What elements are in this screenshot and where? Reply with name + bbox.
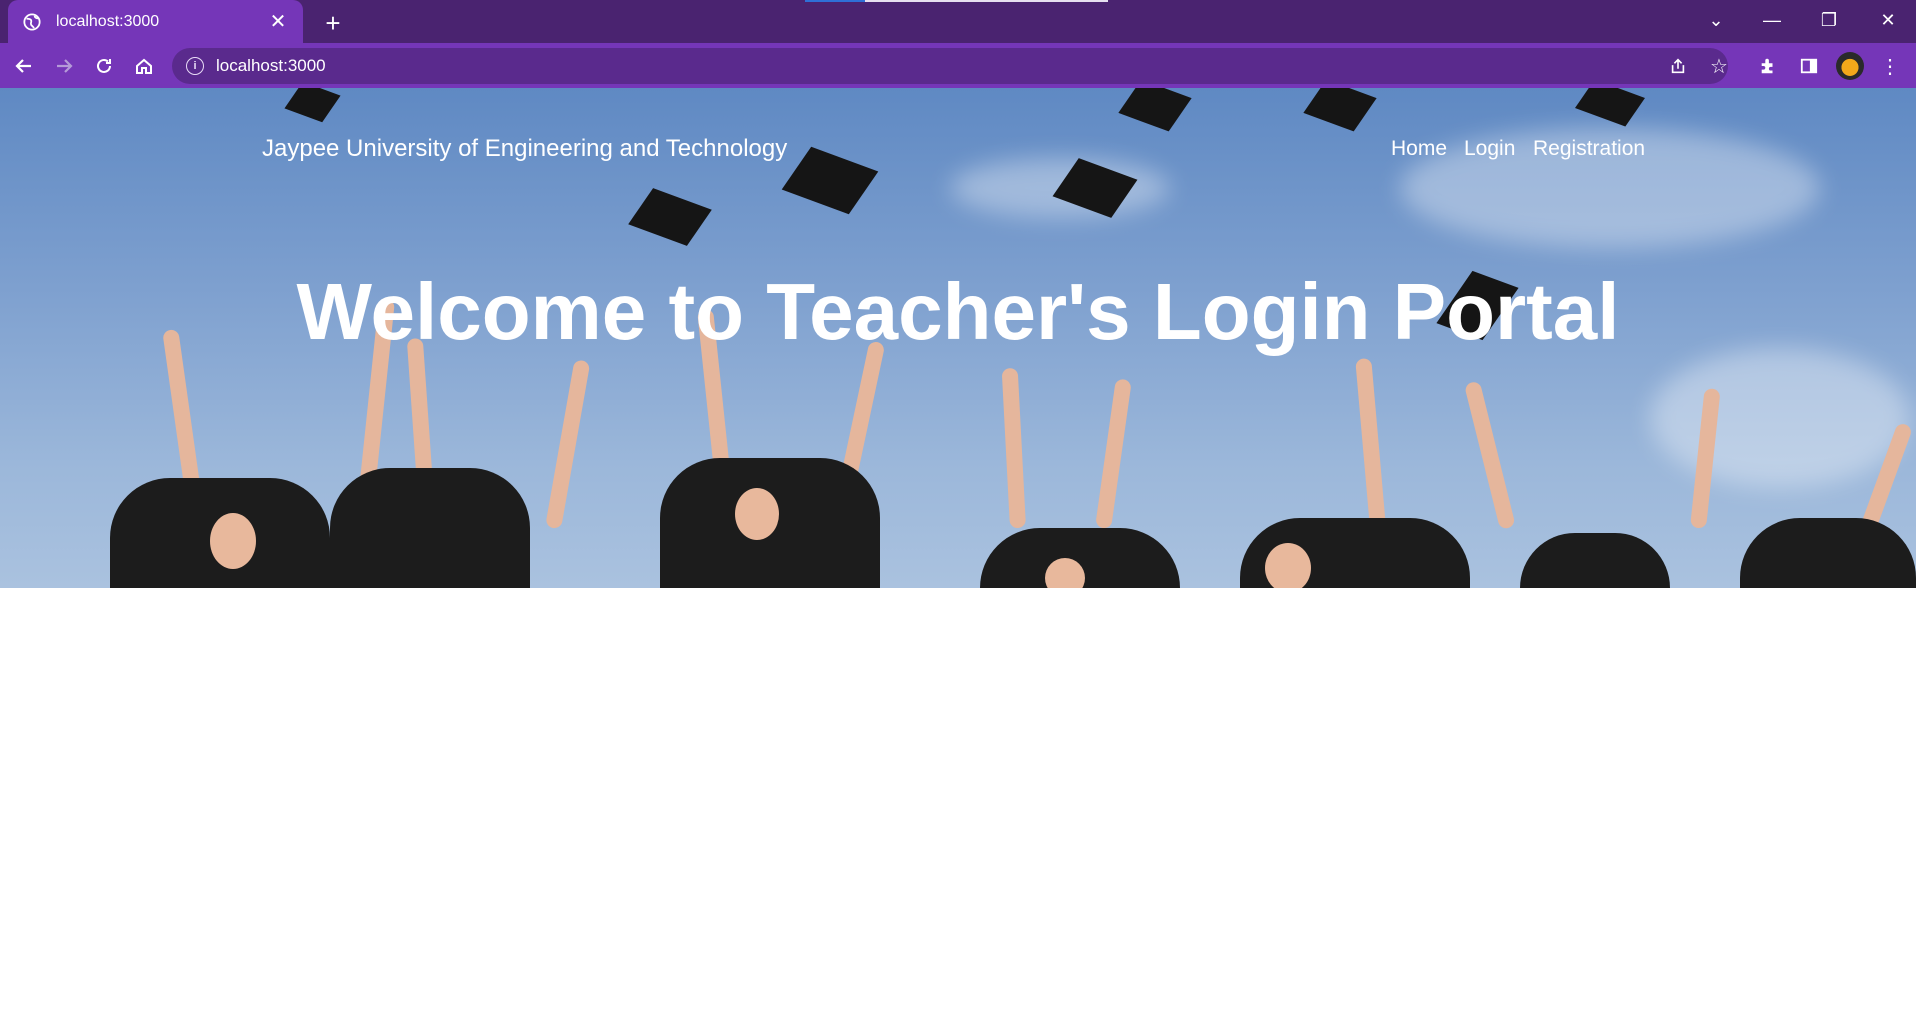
graduate-face (1265, 543, 1311, 588)
tab-search-icon[interactable]: ⌄ (1690, 0, 1742, 40)
site-brand[interactable]: Jaypee University of Engineering and Tec… (262, 135, 787, 163)
loading-progress-bar (805, 0, 1108, 2)
raised-arm (1463, 380, 1516, 530)
site-info-icon[interactable]: i (186, 57, 204, 75)
share-icon[interactable] (1662, 50, 1694, 82)
graduation-cap (1575, 88, 1645, 127)
graduate-face (210, 513, 256, 569)
extensions-icon[interactable] (1752, 50, 1784, 82)
new-tab-icon[interactable]: + (318, 8, 348, 38)
profile-avatar[interactable] (1836, 52, 1864, 80)
raised-arm (1355, 357, 1386, 529)
raised-arm (1095, 378, 1132, 530)
back-icon[interactable] (8, 50, 40, 82)
graduate-face (735, 488, 779, 540)
graduate-gown (1520, 533, 1670, 588)
browser-tabstrip: localhost:3000 ✕ + ⌄ — ❐ ✕ (0, 0, 1916, 43)
graduate-gown (1740, 518, 1916, 588)
tab-title: localhost:3000 (56, 12, 160, 30)
restore-icon[interactable]: ❐ (1803, 0, 1855, 40)
forward-icon[interactable] (48, 50, 80, 82)
raised-arm (545, 359, 591, 530)
globe-icon (22, 12, 42, 32)
graduation-cap (1303, 88, 1377, 132)
cloud (1650, 348, 1910, 488)
address-bar[interactable]: i localhost:3000 (172, 48, 1728, 84)
close-tab-icon[interactable]: ✕ (267, 11, 289, 33)
menu-kebab-icon[interactable]: ⋮ (1874, 50, 1906, 82)
graduate-gown (330, 468, 530, 588)
side-panel-icon[interactable] (1793, 50, 1825, 82)
reload-icon[interactable] (88, 50, 120, 82)
graduation-cap (284, 88, 341, 123)
page-title: Welcome to Teacher's Login Portal (296, 267, 1620, 356)
nav-home-link[interactable]: Home (1391, 137, 1447, 161)
browser-tab[interactable]: localhost:3000 ✕ (8, 0, 303, 43)
url-text: localhost:3000 (216, 56, 326, 75)
minimize-icon[interactable]: — (1746, 0, 1798, 40)
graduation-cap (628, 188, 712, 246)
nav-login-link[interactable]: Login (1464, 137, 1515, 161)
raised-arm (1001, 367, 1026, 529)
graduation-cap (1118, 88, 1192, 132)
nav-registration-link[interactable]: Registration (1533, 137, 1645, 161)
close-window-icon[interactable]: ✕ (1862, 0, 1914, 40)
graduation-cap (781, 146, 879, 215)
home-icon[interactable] (128, 50, 160, 82)
bookmark-star-icon[interactable]: ☆ (1703, 50, 1735, 82)
